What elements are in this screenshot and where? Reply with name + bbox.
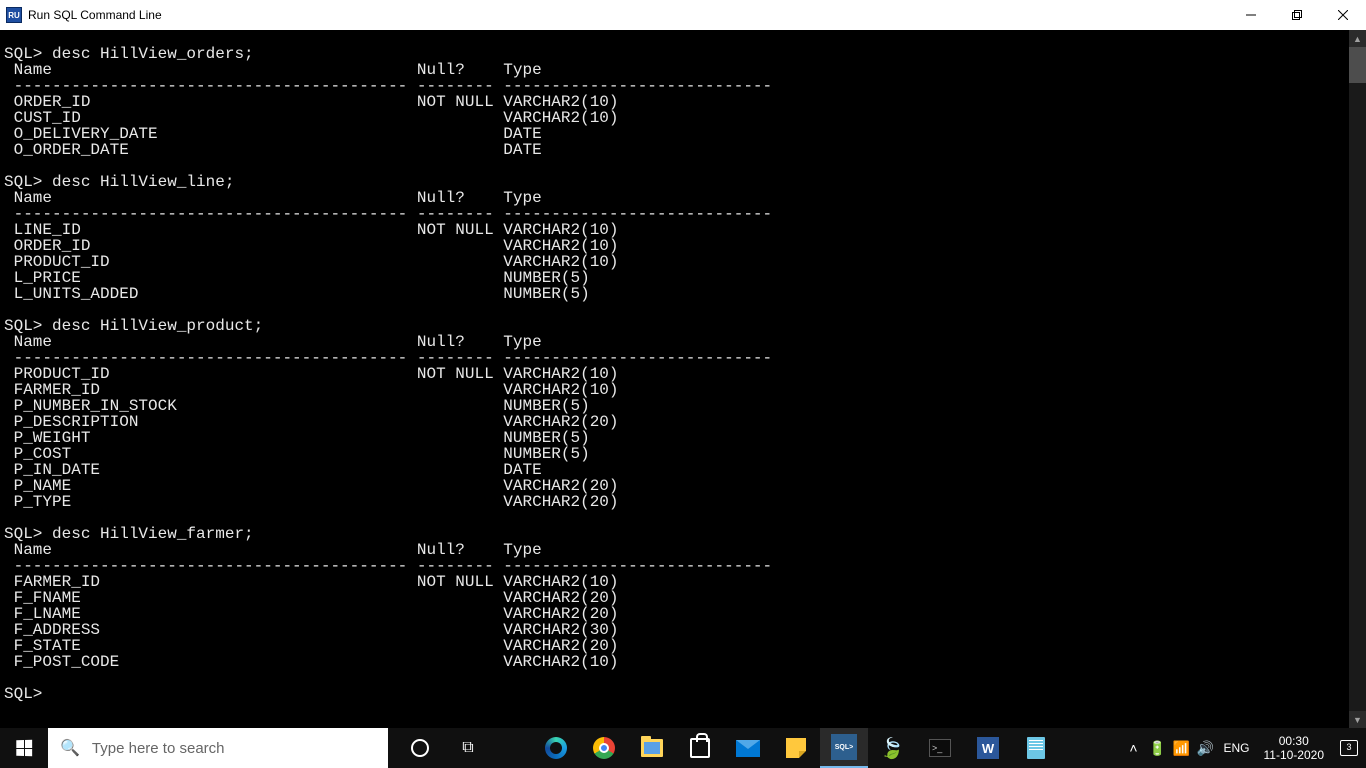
speaker-icon: 🔊 (1197, 740, 1214, 757)
close-button[interactable] (1320, 0, 1366, 30)
tray-clock[interactable]: 00:30 11-10-2020 (1256, 734, 1333, 762)
scroll-up-button[interactable]: ▲ (1349, 30, 1366, 47)
start-button[interactable] (0, 728, 48, 768)
scrollbar-track[interactable] (1349, 47, 1366, 711)
word-icon: W (977, 737, 999, 759)
search-placeholder: Type here to search (92, 740, 225, 757)
taskbar-app-mongodb[interactable]: 🍃 (868, 728, 916, 768)
store-icon (690, 738, 710, 758)
tray-wifi[interactable]: 📶 (1169, 740, 1193, 757)
taskbar-app-notepad[interactable] (1012, 728, 1060, 768)
terminal-output[interactable]: SQL> desc HillView_orders; Name Null? Ty… (0, 30, 1349, 728)
edge-icon (545, 737, 567, 759)
windows-logo-icon (16, 740, 32, 756)
tray-battery[interactable]: 🔋 (1145, 740, 1169, 757)
chrome-icon (593, 737, 615, 759)
mail-icon (736, 740, 760, 757)
window-title: Run SQL Command Line (28, 8, 162, 22)
mongodb-icon: 🍃 (880, 736, 905, 761)
taskbar-search[interactable]: 🔍 Type here to search (48, 728, 388, 768)
taskbar-app-store[interactable] (676, 728, 724, 768)
task-view-icon: ⧉ (462, 739, 473, 757)
notification-count: 3 (1346, 742, 1351, 752)
tray-date: 11-10-2020 (1264, 748, 1325, 762)
tray-overflow-button[interactable]: ˄ (1121, 740, 1145, 756)
close-icon (1338, 10, 1348, 20)
tray-volume[interactable]: 🔊 (1193, 740, 1217, 757)
notepad-icon (1027, 737, 1045, 759)
action-center-button[interactable]: 3 (1332, 728, 1366, 768)
wifi-icon: 📶 (1173, 740, 1190, 757)
task-view-button[interactable]: ⧉ (444, 728, 492, 768)
taskbar-app-word[interactable]: W (964, 728, 1012, 768)
scrollbar-thumb[interactable] (1349, 47, 1366, 83)
tray-language[interactable]: ENG (1217, 741, 1255, 755)
maximize-icon (1292, 10, 1302, 20)
terminal-container: SQL> desc HillView_orders; Name Null? Ty… (0, 30, 1366, 728)
minimize-button[interactable] (1228, 0, 1274, 30)
maximize-button[interactable] (1274, 0, 1320, 30)
battery-icon: 🔋 (1149, 740, 1166, 757)
folder-icon (641, 739, 663, 757)
cmd-icon: >_ (929, 739, 951, 757)
taskbar-app-sqlplus[interactable]: SQL> (820, 728, 868, 768)
window-titlebar: RU Run SQL Command Line (0, 0, 1366, 30)
taskbar-app-sticky-notes[interactable] (772, 728, 820, 768)
taskbar-app-cmd[interactable]: >_ (916, 728, 964, 768)
taskbar-app-edge[interactable] (532, 728, 580, 768)
scroll-down-button[interactable]: ▼ (1349, 711, 1366, 728)
system-tray: ˄ 🔋 📶 🔊 ENG 00:30 11-10-2020 3 (1121, 728, 1366, 768)
app-icon: RU (6, 7, 22, 23)
scrollbar-vertical[interactable]: ▲ ▼ (1349, 30, 1366, 728)
tray-time: 00:30 (1264, 734, 1325, 748)
taskbar-app-chrome[interactable] (580, 728, 628, 768)
cortana-button[interactable] (396, 728, 444, 768)
chevron-up-icon: ˄ (1129, 740, 1137, 756)
taskbar: 🔍 Type here to search ⧉ SQL> 🍃 >_ W ˄ 🔋 … (0, 728, 1366, 768)
taskbar-app-explorer[interactable] (628, 728, 676, 768)
taskbar-app-mail[interactable] (724, 728, 772, 768)
minimize-icon (1246, 10, 1256, 20)
sticky-notes-icon (786, 738, 806, 758)
cortana-icon (411, 739, 429, 757)
sqlplus-icon: SQL> (831, 734, 857, 760)
search-icon: 🔍 (60, 738, 80, 758)
